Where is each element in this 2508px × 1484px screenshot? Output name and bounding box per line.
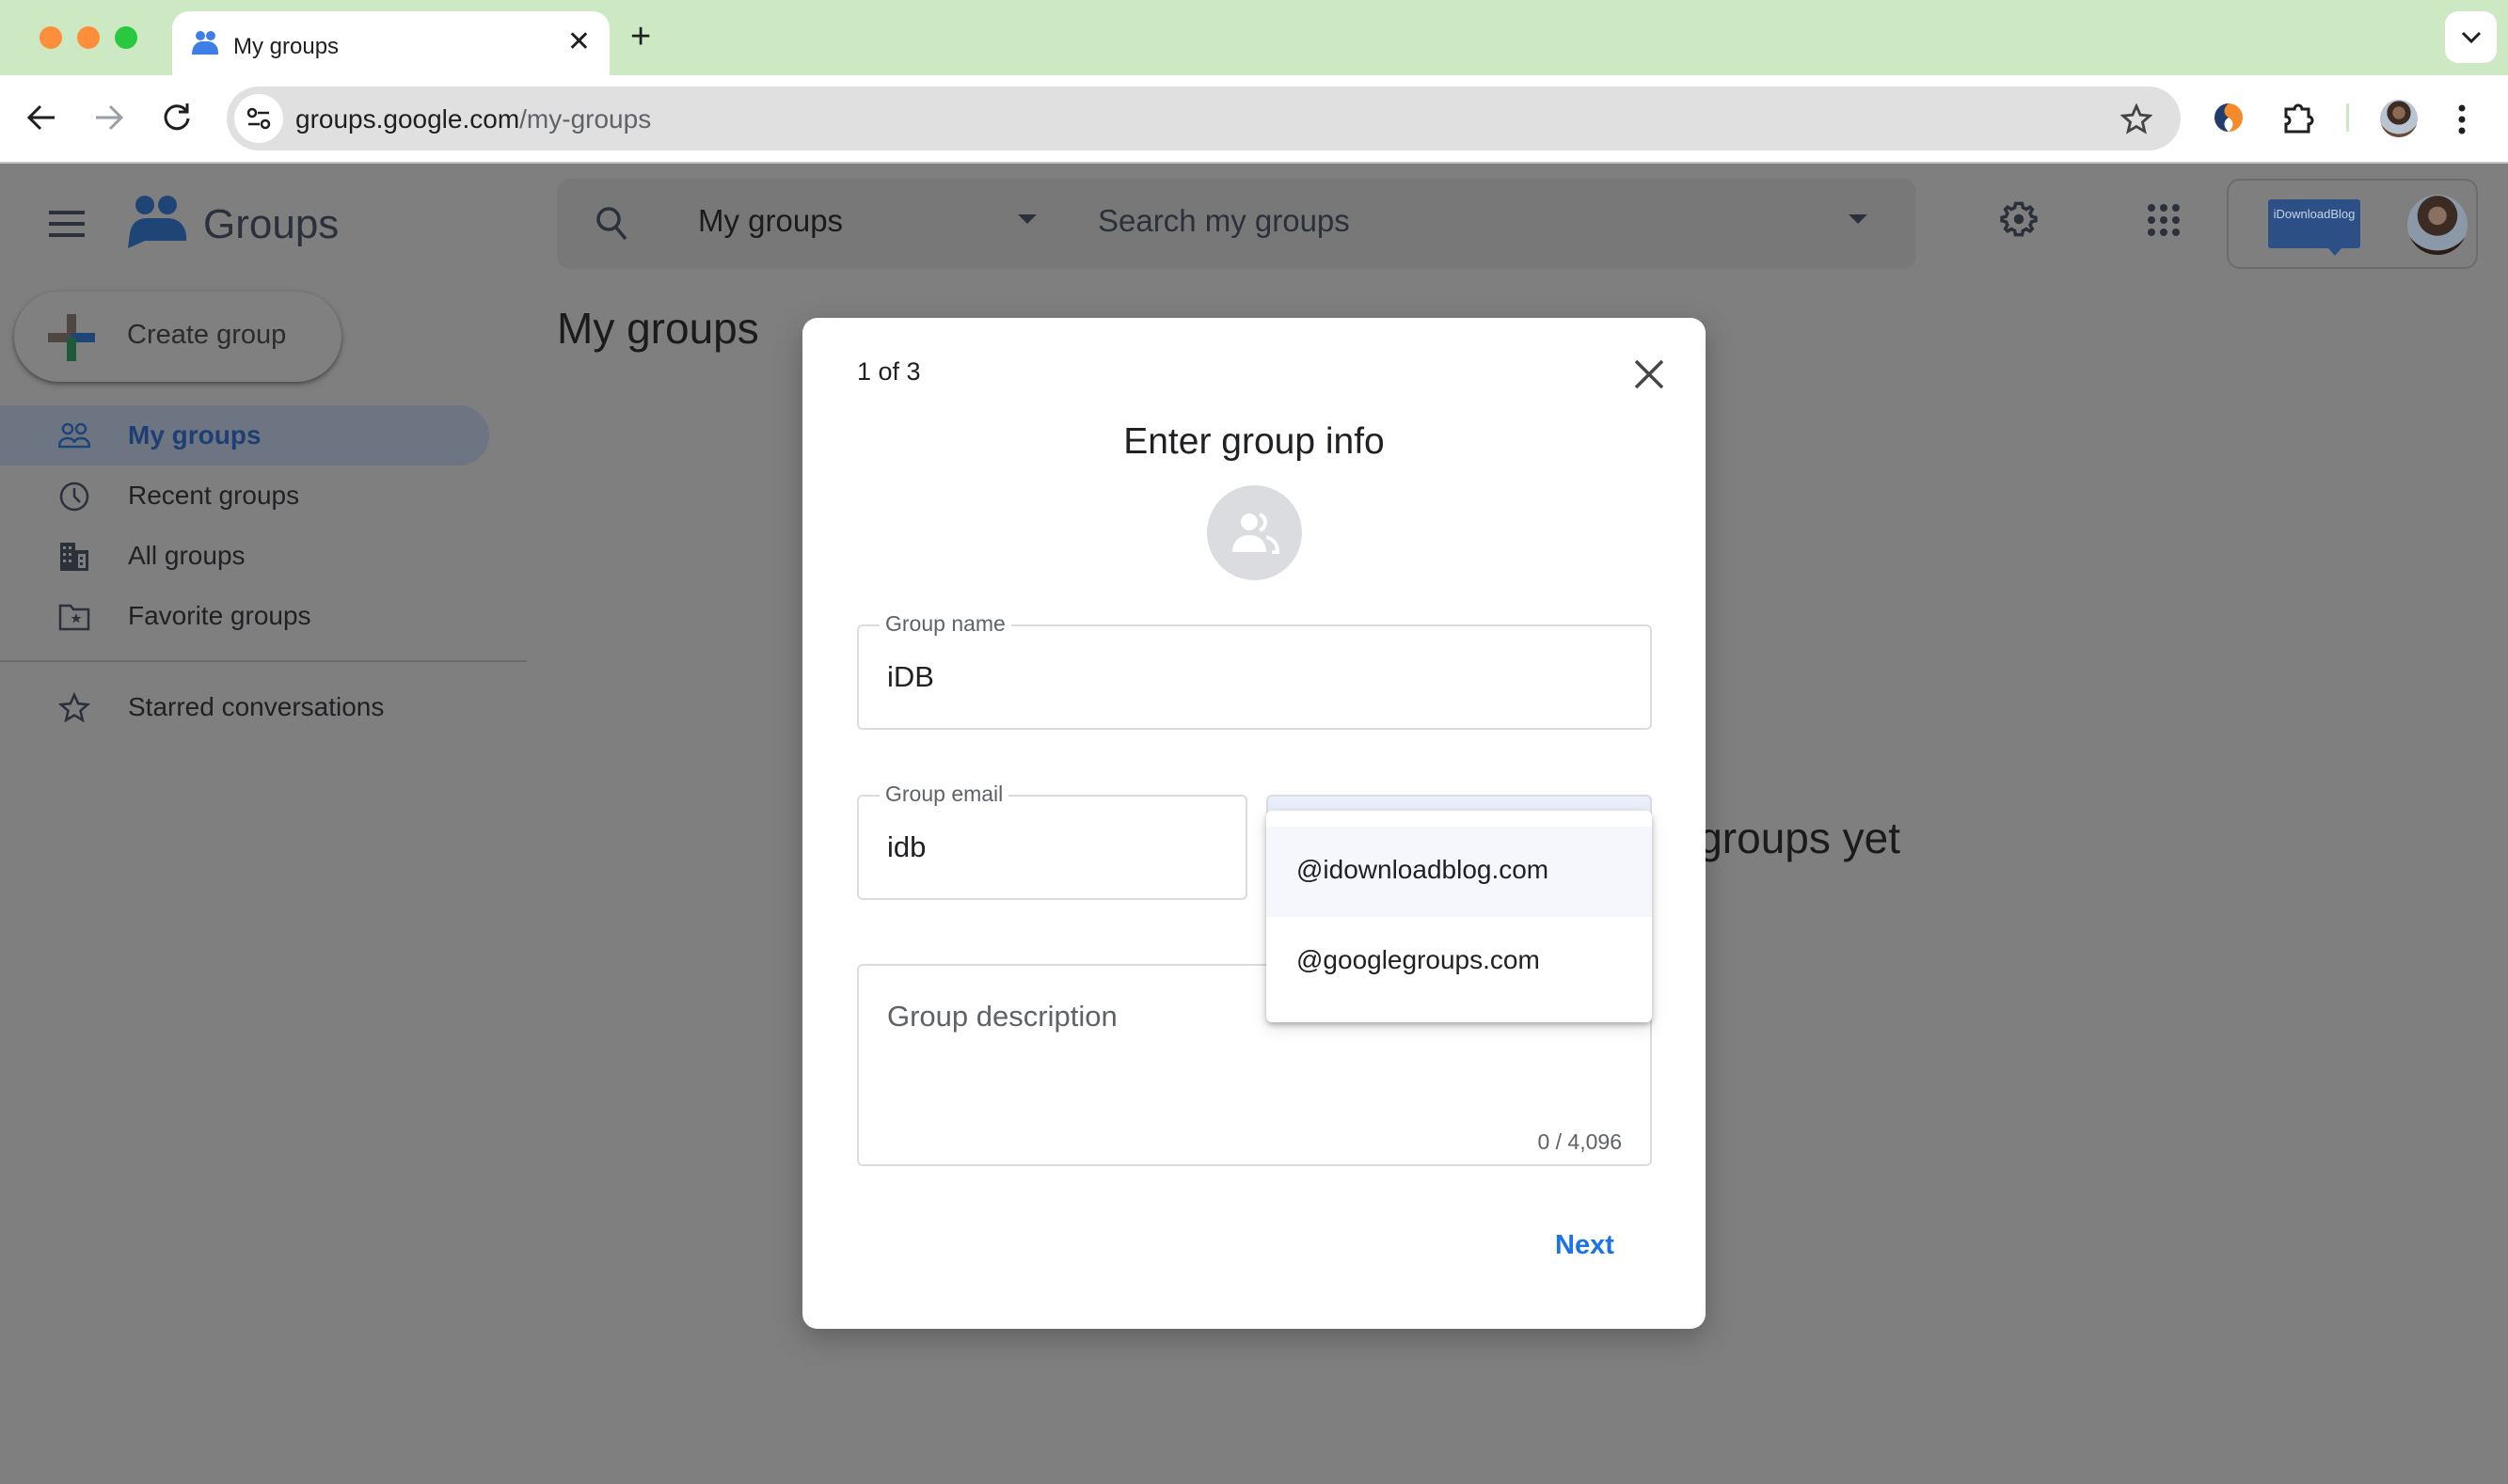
- group-people-icon: [1231, 512, 1279, 554]
- app-name: Groups: [203, 201, 340, 247]
- next-button[interactable]: Next: [1555, 1230, 1614, 1261]
- sidebar-item-my-groups[interactable]: My groups: [0, 405, 489, 466]
- close-icon[interactable]: [1630, 355, 1668, 393]
- folder-star-icon: [58, 604, 90, 631]
- tab-title: My groups: [233, 34, 340, 59]
- search-scope-select[interactable]: My groups: [698, 203, 843, 239]
- building-icon: [60, 543, 88, 571]
- character-counter: 0 / 4,096: [1537, 1129, 1622, 1154]
- window-zoom-button[interactable]: [115, 26, 137, 49]
- domain-option-googlegroups[interactable]: @googlegroups.com: [1266, 917, 1652, 1007]
- sidebar-divider: [0, 660, 527, 662]
- profile-avatar[interactable]: [2380, 100, 2418, 137]
- search-options-arrow-icon[interactable]: [1849, 214, 1867, 224]
- extension-s-icon[interactable]: [2213, 102, 2245, 134]
- sidebar-item-label: Recent groups: [128, 481, 300, 510]
- url-host: groups.google.com: [295, 104, 520, 134]
- group-description-input[interactable]: Group description: [887, 1000, 1118, 1034]
- create-group-dialog: 1 of 3 Enter group info Group name iDB G…: [802, 318, 1706, 1329]
- domain-option-label: @googlegroups.com: [1296, 945, 1540, 974]
- group-email-field[interactable]: Group email idb: [857, 781, 1247, 900]
- sidebar-item-label: My groups: [128, 420, 262, 450]
- chrome-menu-icon[interactable]: [2457, 103, 2467, 135]
- new-tab-button[interactable]: +: [630, 19, 651, 55]
- groups-logo-icon: [128, 196, 186, 248]
- browser-tab-my-groups[interactable]: My groups ✕: [172, 11, 610, 75]
- toolbar-separator: [2346, 103, 2349, 132]
- back-icon[interactable]: [26, 103, 56, 132]
- forward-icon[interactable]: [94, 103, 124, 132]
- window-minimize-button[interactable]: [77, 26, 100, 49]
- sidebar-item-label: All groups: [128, 541, 246, 570]
- google-apps-icon[interactable]: [2147, 203, 2181, 237]
- url-text[interactable]: groups.google.com/my-groups: [295, 104, 651, 134]
- sidebar-item-label: Favorite groups: [128, 601, 311, 630]
- browser-tab-bar: My groups ✕ +: [0, 0, 2508, 75]
- site-settings-icon: [246, 107, 271, 130]
- settings-gear-icon[interactable]: [1999, 199, 2039, 239]
- group-avatar[interactable]: [1207, 485, 1302, 580]
- search-bar[interactable]: My groups Search my groups: [557, 179, 1916, 269]
- extensions-puzzle-icon[interactable]: [2282, 102, 2316, 135]
- domain-option-label: @idownloadblog.com: [1296, 855, 1549, 884]
- url-path: /my-groups: [519, 104, 652, 134]
- email-domain-dropdown-menu: @idownloadblog.com @googlegroups.com: [1266, 811, 1652, 1022]
- group-name-field[interactable]: Group name iDB: [857, 611, 1652, 730]
- site-info-button[interactable]: [234, 94, 283, 143]
- account-switcher[interactable]: iDownloadBlog: [2227, 179, 2478, 269]
- bookmark-star-icon[interactable]: [2120, 103, 2152, 135]
- sidebar-item-all-groups[interactable]: All groups: [0, 526, 489, 586]
- groups-favicon-icon: [192, 31, 218, 55]
- search-icon[interactable]: [595, 205, 628, 243]
- dialog-title: Enter group info: [1123, 421, 1385, 462]
- search-input[interactable]: Search my groups: [1098, 203, 1350, 239]
- people-outline-icon: [58, 422, 90, 449]
- plus-icon: [48, 314, 95, 361]
- clock-icon: [59, 482, 89, 512]
- main-menu-icon[interactable]: [49, 211, 85, 239]
- create-group-button[interactable]: Create group: [14, 292, 341, 382]
- tab-search-button[interactable]: [2445, 11, 2497, 63]
- group-name-input[interactable]: iDB: [887, 660, 934, 694]
- group-email-input[interactable]: idb: [887, 830, 926, 864]
- sidebar-item-label: Starred conversations: [128, 692, 385, 721]
- window-close-button[interactable]: [40, 26, 62, 49]
- reload-icon[interactable]: [162, 102, 192, 132]
- scope-dropdown-arrow-icon[interactable]: [1018, 214, 1037, 224]
- organization-logo: iDownloadBlog: [2268, 199, 2360, 256]
- account-avatar[interactable]: [2407, 195, 2468, 255]
- domain-option-idownloadblog[interactable]: @idownloadblog.com: [1266, 827, 1652, 917]
- sidebar-item-recent-groups[interactable]: Recent groups: [0, 466, 489, 526]
- sidebar-item-starred-conversations[interactable]: Starred conversations: [0, 677, 489, 737]
- page-title: My groups: [557, 304, 759, 353]
- group-name-label: Group name: [880, 611, 1011, 637]
- step-indicator: 1 of 3: [857, 357, 921, 386]
- tab-close-icon[interactable]: ✕: [567, 28, 591, 56]
- star-outline-icon: [58, 692, 90, 723]
- chevron-down-icon: [2461, 31, 2481, 43]
- browser-toolbar: groups.google.com/my-groups: [0, 75, 2508, 162]
- sidebar-item-favorite-groups[interactable]: Favorite groups: [0, 586, 489, 646]
- address-bar[interactable]: groups.google.com/my-groups: [227, 87, 2181, 150]
- create-group-label: Create group: [127, 320, 287, 350]
- group-email-label: Group email: [880, 781, 1009, 807]
